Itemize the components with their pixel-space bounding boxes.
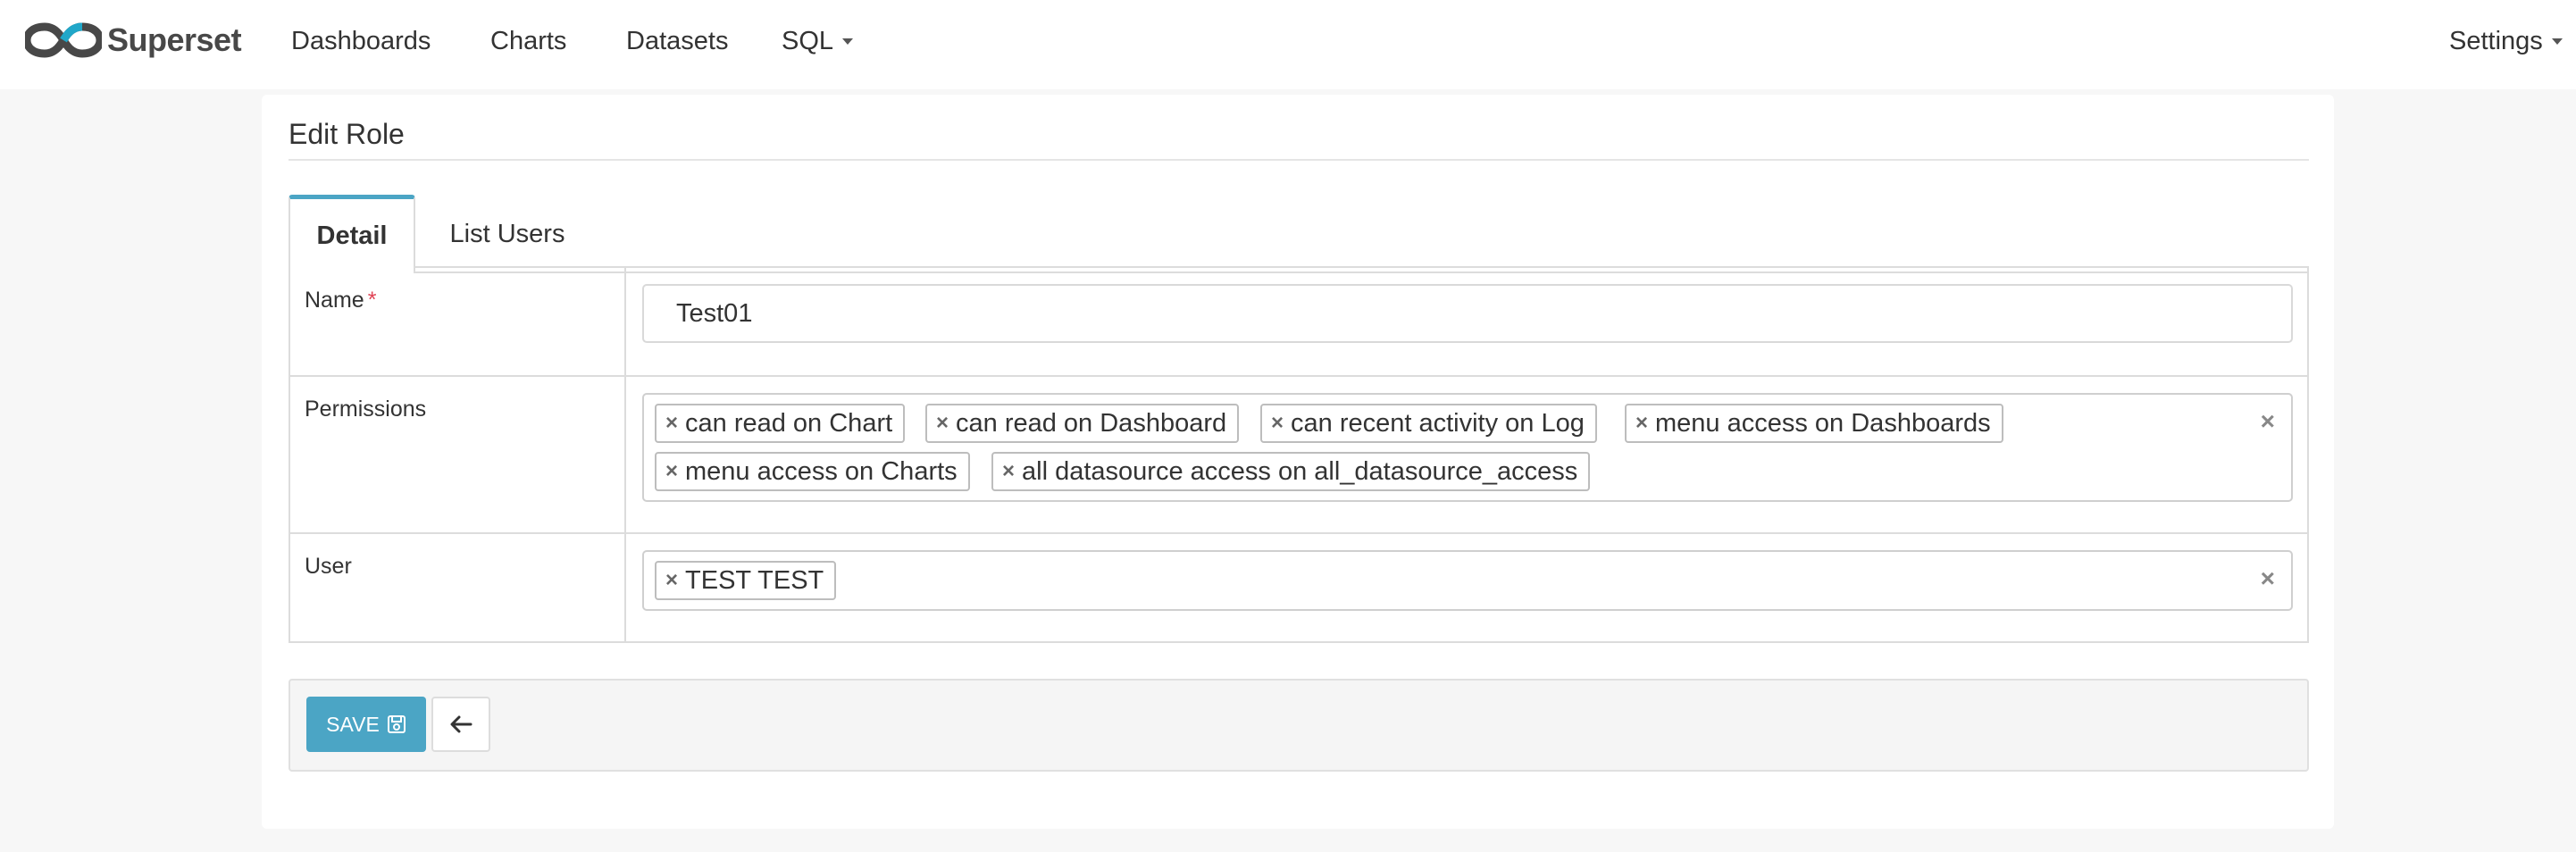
nav-sql-label: SQL bbox=[782, 27, 834, 55]
remove-chip-icon[interactable]: × bbox=[665, 459, 678, 484]
caret-down-icon bbox=[2551, 38, 2563, 45]
brand[interactable]: Superset bbox=[25, 20, 242, 61]
chip-label: can read on Dashboard bbox=[956, 408, 1227, 438]
permission-chip: × all datasource access on all_datasourc… bbox=[991, 452, 1591, 491]
chip-label: menu access on Charts bbox=[685, 456, 958, 486]
chip-label: can read on Chart bbox=[685, 408, 893, 438]
page-title: Edit Role bbox=[289, 118, 405, 150]
required-marker: * bbox=[367, 288, 377, 313]
remove-chip-icon[interactable]: × bbox=[665, 411, 678, 436]
permission-chip: × menu access on Dashboards bbox=[1625, 404, 2003, 443]
tab-list-users[interactable]: List Users bbox=[415, 195, 599, 273]
top-navbar: Superset Dashboards Charts Datasets SQL … bbox=[0, 0, 2576, 89]
clear-selection-icon[interactable]: × bbox=[2261, 407, 2275, 436]
arrow-left-icon bbox=[450, 715, 473, 733]
tab-detail[interactable]: Detail bbox=[289, 195, 415, 273]
edit-role-panel: Edit Role Detail List Users Name * Test01… bbox=[262, 95, 2334, 829]
nav-dashboards[interactable]: Dashboards bbox=[291, 27, 431, 56]
permission-chip: × menu access on Charts bbox=[655, 452, 970, 491]
brand-name: Superset bbox=[107, 21, 242, 58]
tab-bar: Detail List Users bbox=[289, 189, 2309, 273]
nav-charts[interactable]: Charts bbox=[490, 27, 566, 56]
form-row-permissions: Permissions × can read on Chart × can re… bbox=[290, 375, 2307, 534]
permission-chip: × can read on Chart bbox=[655, 404, 906, 443]
remove-chip-icon[interactable]: × bbox=[665, 568, 678, 593]
form-row-user: User × TEST TEST × bbox=[290, 532, 2307, 643]
remove-chip-icon[interactable]: × bbox=[1635, 411, 1648, 436]
permission-chip: × can read on Dashboard bbox=[925, 404, 1240, 443]
user-label: User bbox=[305, 554, 352, 579]
nav-datasets[interactable]: Datasets bbox=[626, 27, 728, 56]
permission-chip: × can recent activity on Log bbox=[1260, 404, 1597, 443]
form-row-name: Name * Test01 bbox=[290, 266, 2307, 377]
save-button-label: SAVE bbox=[326, 712, 380, 736]
chip-label: can recent activity on Log bbox=[1291, 408, 1585, 438]
chip-label: menu access on Dashboards bbox=[1655, 408, 1991, 438]
permissions-label: Permissions bbox=[305, 397, 427, 422]
user-select[interactable]: × TEST TEST × bbox=[642, 550, 2293, 611]
remove-chip-icon[interactable]: × bbox=[1271, 411, 1284, 436]
remove-chip-icon[interactable]: × bbox=[1002, 459, 1015, 484]
nav-settings-dropdown[interactable]: Settings bbox=[2449, 27, 2563, 56]
nav-settings-label: Settings bbox=[2449, 27, 2543, 55]
floppy-disk-icon bbox=[387, 715, 406, 733]
chip-label: TEST TEST bbox=[685, 565, 824, 595]
caret-down-icon bbox=[842, 38, 854, 45]
name-label-text: Name bbox=[305, 288, 364, 313]
role-form: Name * Test01 Permissions × can read on C… bbox=[289, 266, 2309, 643]
name-label: Name * bbox=[305, 288, 376, 313]
superset-logo-icon bbox=[25, 22, 102, 58]
clear-selection-icon[interactable]: × bbox=[2261, 564, 2275, 593]
column-divider bbox=[624, 534, 626, 643]
back-button[interactable] bbox=[431, 697, 490, 752]
column-divider bbox=[624, 268, 626, 377]
permissions-select[interactable]: × can read on Chart × can read on Dashbo… bbox=[642, 393, 2293, 502]
name-input[interactable]: Test01 bbox=[642, 284, 2293, 343]
nav-sql-dropdown[interactable]: SQL bbox=[782, 27, 854, 56]
user-chip: × TEST TEST bbox=[655, 561, 837, 600]
save-button[interactable]: SAVE bbox=[306, 697, 426, 752]
title-divider bbox=[289, 159, 2309, 161]
remove-chip-icon[interactable]: × bbox=[936, 411, 949, 436]
chip-label: all datasource access on all_datasource_… bbox=[1022, 456, 1578, 486]
column-divider bbox=[624, 377, 626, 534]
form-actions: SAVE bbox=[289, 679, 2309, 772]
